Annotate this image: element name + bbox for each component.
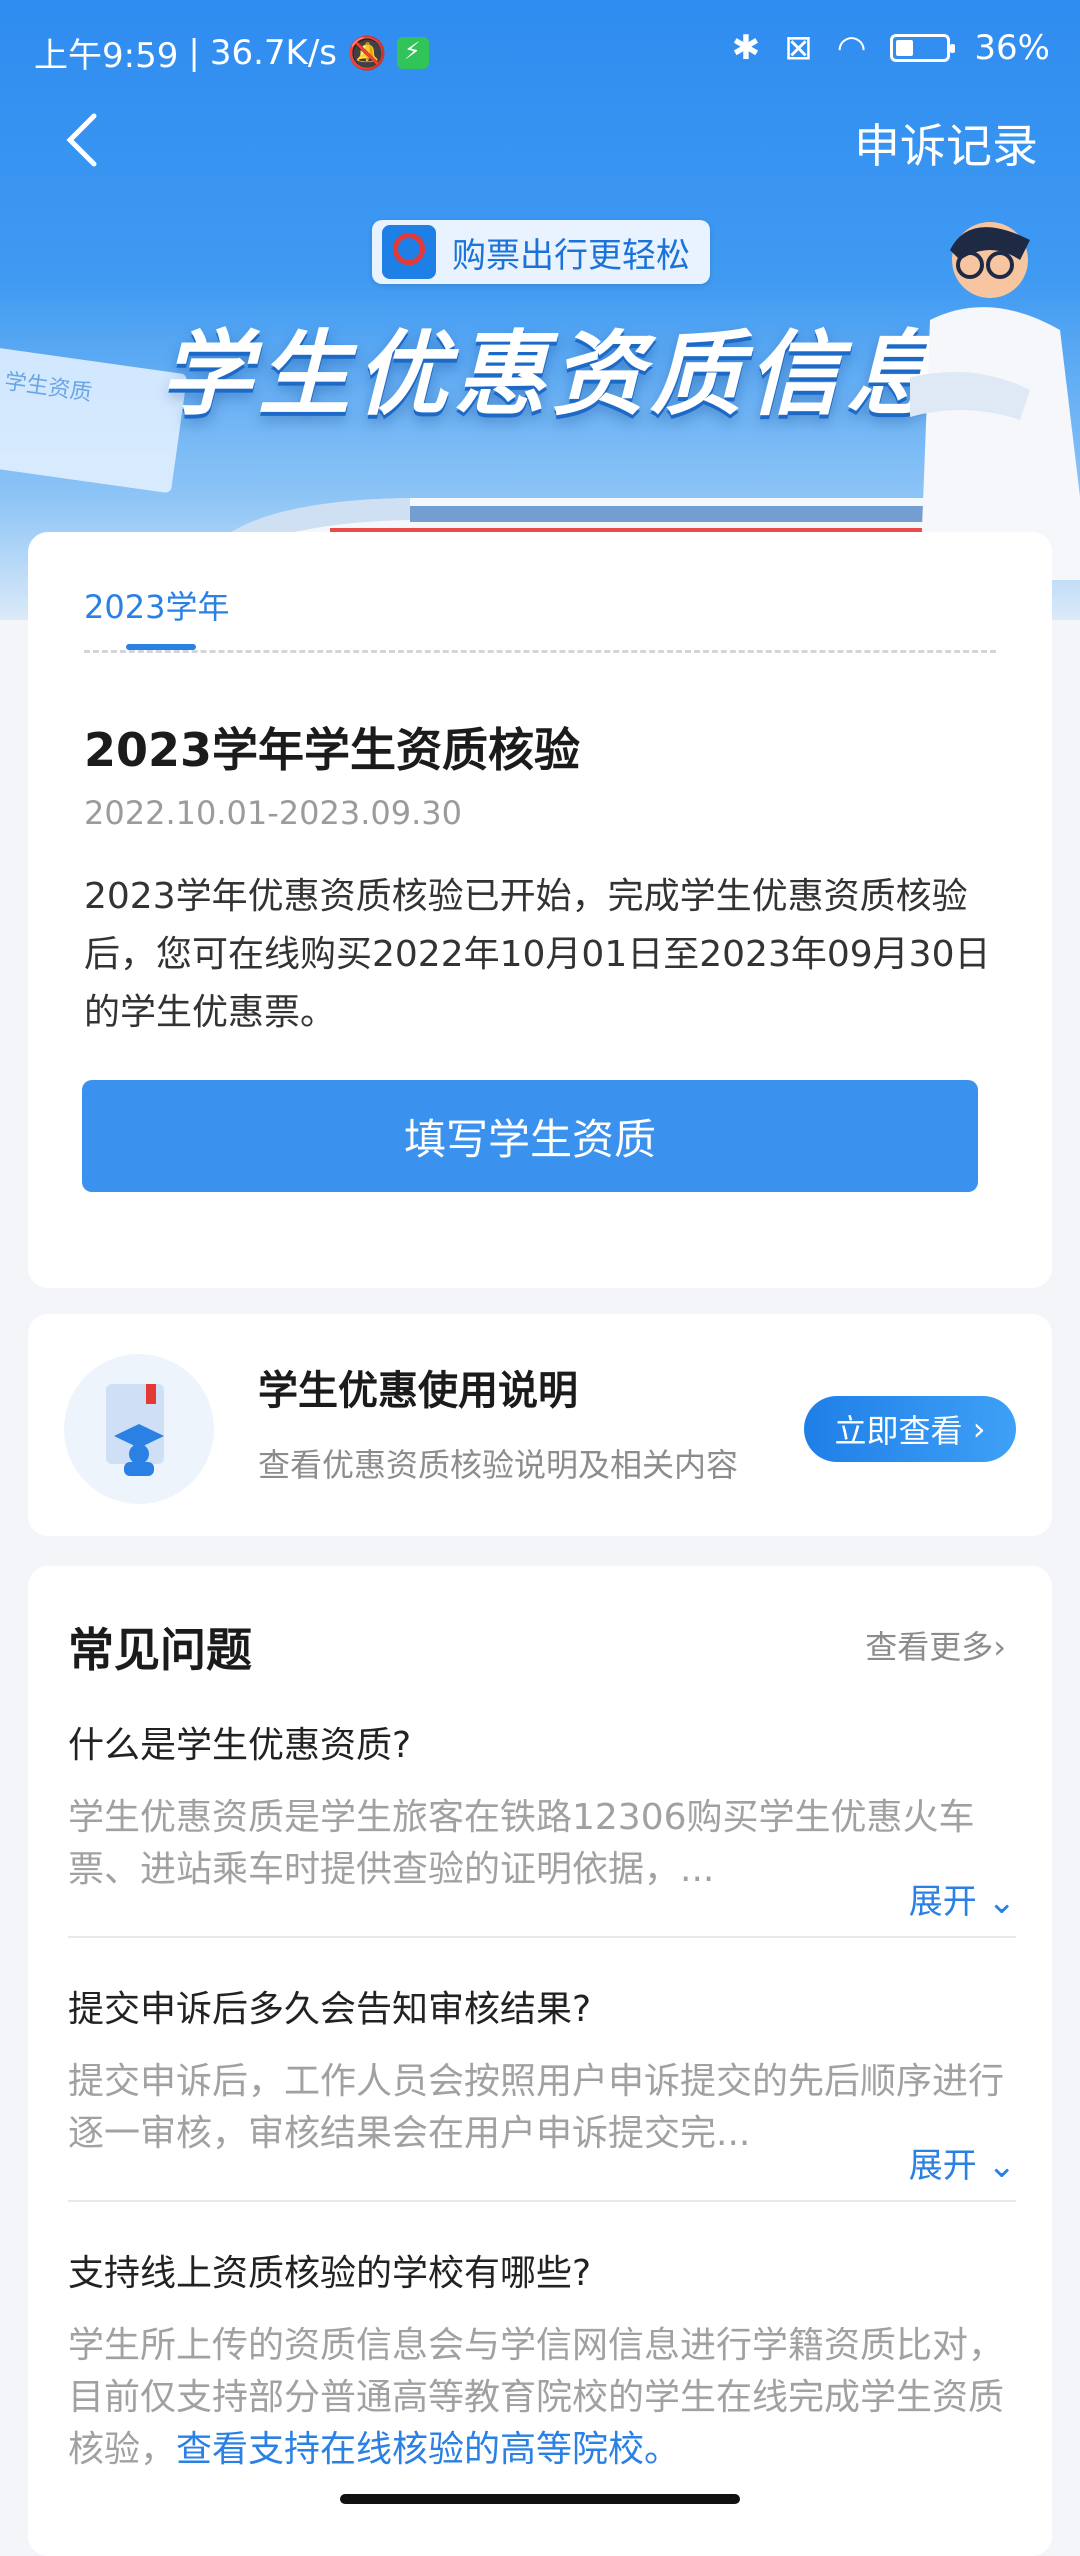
faq-answer: 提交申诉后，工作人员会按照用户申诉提交的先后顺序进行逐一审核，审核结果会在用户申… [68, 2061, 1005, 2154]
appeal-record-link[interactable]: 申诉记录 [854, 110, 1038, 176]
wifi-icon: ◠ [836, 28, 867, 68]
chevron-right-icon: › [993, 1628, 1006, 1666]
view-now-label: 立即查看 [834, 1412, 963, 1450]
home-indicator[interactable] [340, 2494, 740, 2504]
qualification-card: 2023学年 2023学年学生资质核验 2022.10.01-2023.09.3… [28, 532, 1052, 1288]
qualification-date-range: 2022.10.01-2023.09.30 [84, 794, 462, 832]
faq-card: 常见问题 查看更多› 什么是学生优惠资质? 学生优惠资质是学生旅客在铁路1230… [28, 1566, 1052, 2556]
chevron-down-icon: ⌄ [976, 1882, 1017, 1922]
supported-schools-link[interactable]: 查看支持在线核验的高等院校。 [176, 2429, 680, 2470]
expand-label: 展开 [908, 2146, 977, 2186]
guide-subtitle: 查看优惠资质核验说明及相关内容 [258, 1446, 739, 1484]
faq-question: 支持线上资质核验的学校有哪些? [68, 2253, 592, 2294]
bluetooth-icon: ✱ [731, 28, 761, 68]
tab-2023[interactable]: 2023学年 [84, 582, 229, 628]
faq-item[interactable]: 什么是学生优惠资质? 学生优惠资质是学生旅客在铁路12306购买学生优惠火车票、… [68, 1716, 1016, 1922]
battery-percent: 36% [974, 28, 1050, 68]
guide-card: 学生优惠使用说明 查看优惠资质核验说明及相关内容 立即查看 › [28, 1314, 1052, 1536]
faq-item[interactable]: 提交申诉后多久会告知审核结果? 提交申诉后，工作人员会按照用户申诉提交的先后顺序… [68, 1980, 1016, 2186]
hero-title: 学生优惠资质信息 [160, 321, 945, 428]
qualification-title: 2023学年学生资质核验 [84, 723, 581, 777]
divider [68, 2200, 1016, 2202]
expand-button[interactable]: 展开 ⌄ [909, 1874, 1016, 1923]
faq-answer: 学生所上传的资质信息会与学信网信息进行学籍资质比对，目前仅支持部分普通高等教育院… [68, 2320, 1008, 2476]
guide-title: 学生优惠使用说明 [258, 1368, 578, 1414]
back-arrow-icon[interactable] [60, 110, 110, 170]
hero-badge: 购票出行更轻松 [372, 220, 710, 284]
badge-text: 购票出行更轻松 [452, 235, 690, 276]
railway-logo-icon [382, 225, 436, 279]
faq-question: 什么是学生优惠资质? [68, 1725, 412, 1766]
paper-text: 学生资质 [2, 369, 94, 407]
chevron-right-icon: › [962, 1410, 986, 1448]
expand-label: 展开 [908, 1882, 977, 1922]
faq-answer: 学生优惠资质是学生旅客在铁路12306购买学生优惠火车票、进站乘车时提供查验的证… [68, 1797, 975, 1890]
status-separator: | [188, 32, 200, 73]
faq-more-label: 查看更多 [865, 1628, 994, 1666]
faq-question: 提交申诉后多久会告知审核结果? [68, 1989, 592, 2030]
fill-qualification-button[interactable]: 填写学生资质 [82, 1080, 978, 1192]
mute-bell-icon: 🔕 [347, 33, 387, 72]
faq-item: 支持线上资质核验的学校有哪些? 学生所上传的资质信息会与学信网信息进行学籍资质比… [68, 2244, 1016, 2476]
network-speed: 36.7K/s [209, 32, 337, 73]
battery-fill [896, 40, 914, 56]
divider [68, 1936, 1016, 1938]
sim-off-icon: ⊠ [784, 28, 813, 68]
qualification-description: 2023学年优惠资质核验已开始，完成学生优惠资质核验后，您可在线购买2022年1… [84, 876, 991, 1033]
charging-app-icon [396, 36, 429, 69]
faq-more-link[interactable]: 查看更多› [865, 1622, 1006, 1668]
student-illustration [910, 222, 1080, 580]
dashed-divider [84, 650, 996, 653]
expand-button[interactable]: 展开 ⌄ [909, 2138, 1016, 2187]
faq-heading: 常见问题 [68, 1623, 252, 1677]
top-nav: 申诉记录 [0, 100, 1080, 190]
status-bar: 上午9:59 | 36.7K/s 🔕 ✱ ⊠ ◠ 36% [0, 0, 1080, 100]
view-now-button[interactable]: 立即查看 › [804, 1396, 1016, 1462]
status-time: 上午9:59 [34, 36, 179, 76]
student-guide-icon [64, 1354, 214, 1504]
chevron-down-icon: ⌄ [976, 2146, 1017, 2186]
battery-icon [890, 34, 956, 62]
